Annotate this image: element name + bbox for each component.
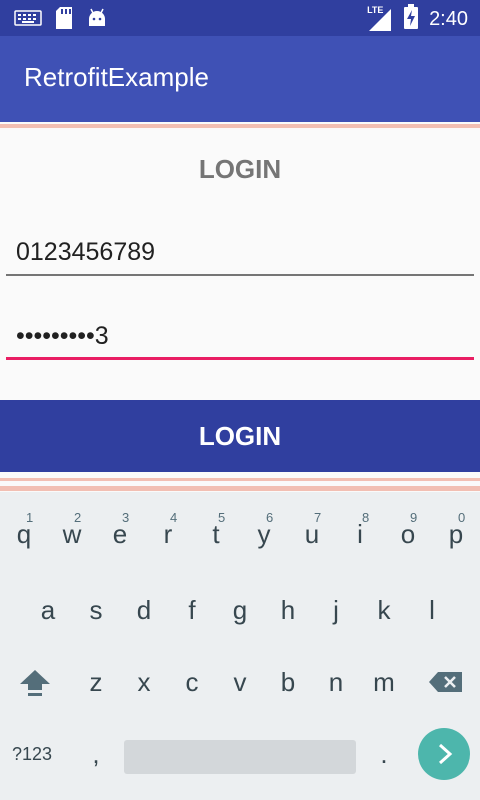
login-form: LOGIN 0123456789 •••••••••3 <box>0 132 480 398</box>
enter-key[interactable] <box>418 728 470 780</box>
shift-icon <box>18 668 52 705</box>
key-g[interactable]: g <box>216 582 264 638</box>
key-u[interactable]: 7u <box>288 506 336 562</box>
status-time: 2:40 <box>429 7 468 30</box>
key-t[interactable]: 5t <box>192 506 240 562</box>
password-field[interactable]: •••••••••3 <box>6 316 474 360</box>
form-title: LOGIN <box>198 154 282 184</box>
status-bar: LTE 2:40 <box>0 0 480 36</box>
divider-stripe <box>0 478 480 481</box>
key-i[interactable]: 8i <box>336 506 384 562</box>
network-label: LTE <box>367 5 384 15</box>
key-w[interactable]: 2w <box>48 506 96 562</box>
key-v[interactable]: v <box>216 654 264 710</box>
sd-card-icon <box>54 6 74 34</box>
key-d[interactable]: d <box>120 582 168 638</box>
key-x[interactable]: x <box>120 654 168 710</box>
symbols-key[interactable]: ?123 <box>12 744 52 765</box>
key-h[interactable]: h <box>264 582 312 638</box>
key-m[interactable]: m <box>360 654 408 710</box>
comma-key[interactable]: , <box>72 726 120 782</box>
divider-stripe <box>0 486 480 491</box>
key-c[interactable]: c <box>168 654 216 710</box>
key-q[interactable]: 1q <box>0 506 48 562</box>
period-key[interactable]: . <box>360 726 408 782</box>
key-b[interactable]: b <box>264 654 312 710</box>
backspace-key[interactable] <box>420 654 472 710</box>
key-l[interactable]: l <box>408 582 456 638</box>
divider-stripe <box>0 124 480 128</box>
login-button[interactable]: LOGIN <box>0 400 480 472</box>
key-f[interactable]: f <box>168 582 216 638</box>
key-e[interactable]: 3e <box>96 506 144 562</box>
space-key[interactable] <box>124 740 356 774</box>
app-bar: RetrofitExample <box>0 36 480 122</box>
android-icon <box>86 7 108 33</box>
shift-key[interactable] <box>10 654 58 710</box>
key-y[interactable]: 6y <box>240 506 288 562</box>
backspace-icon <box>428 670 464 701</box>
key-j[interactable]: j <box>312 582 360 638</box>
key-n[interactable]: n <box>312 654 360 710</box>
key-r[interactable]: 4r <box>144 506 192 562</box>
key-k[interactable]: k <box>360 582 408 638</box>
keyboard-icon <box>14 8 42 32</box>
app-title: RetrofitExample <box>24 62 209 92</box>
key-s[interactable]: s <box>72 582 120 638</box>
key-z[interactable]: z <box>72 654 120 710</box>
chevron-right-icon <box>435 742 455 770</box>
battery-charging-icon <box>403 4 419 34</box>
lte-signal-icon: LTE <box>367 5 393 33</box>
key-a[interactable]: a <box>24 582 72 638</box>
phone-field[interactable]: 0123456789 <box>6 232 474 276</box>
soft-keyboard: 1q 2w 3e 4r 5t 6y 7u 8i 9o 0p a s d f g … <box>0 492 480 800</box>
key-p[interactable]: 0p <box>432 506 480 562</box>
key-o[interactable]: 9o <box>384 506 432 562</box>
